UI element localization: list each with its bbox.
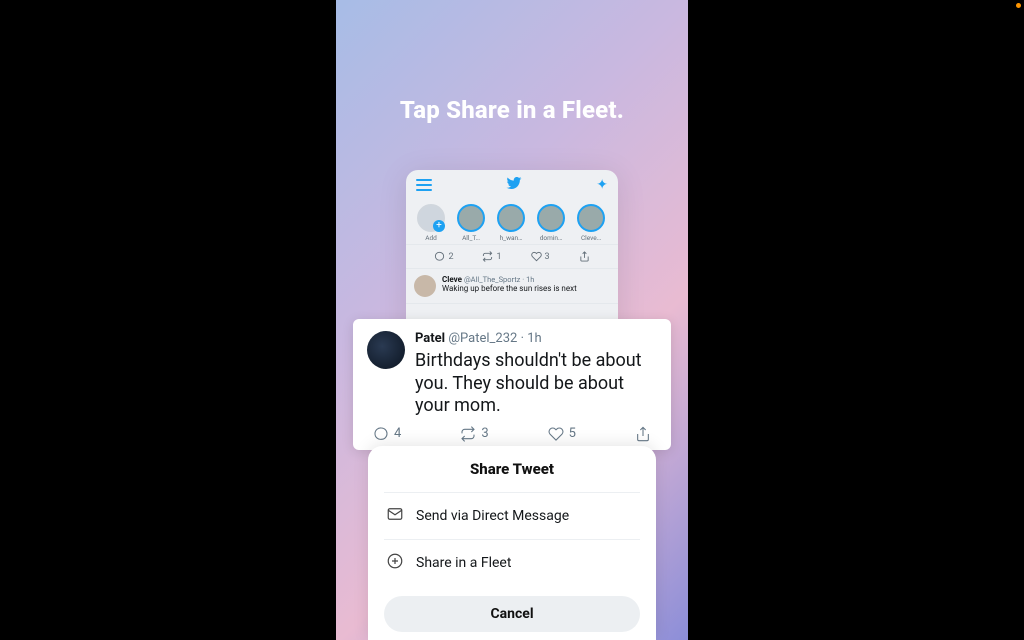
feed-tweet[interactable]: Cleve @All_The_Sportz · 1h Waking up bef… xyxy=(406,269,618,304)
gradient-panel: Tap Share in a Fleet. ✦ Add All_T… h_wan… xyxy=(336,0,688,640)
plus-circle-icon xyxy=(386,552,404,574)
retweet-action[interactable]: 3 xyxy=(460,426,488,442)
share-sheet: Share Tweet Send via Direct Message Shar… xyxy=(368,446,656,640)
sheet-item-label: Share in a Fleet xyxy=(416,555,511,571)
fleet-ring-row: Add All_T… h_wan… domin… Cleve… xyxy=(406,200,618,244)
fleet-ring-item[interactable]: domin… xyxy=(534,204,568,242)
like-action[interactable]: 5 xyxy=(548,426,576,442)
tweet-actions-row: 2 1 3 xyxy=(406,244,618,269)
recording-indicator-dot xyxy=(1016,3,1021,8)
hero-header: Patel @Patel_232 · 1h xyxy=(415,331,657,346)
hero-actions: 4 3 5 xyxy=(367,418,657,442)
sheet-title: Share Tweet xyxy=(384,460,640,478)
hero-tweet-card[interactable]: Patel @Patel_232 · 1h Birthdays shouldn'… xyxy=(353,319,671,450)
cancel-button[interactable]: Cancel xyxy=(384,596,640,632)
avatar xyxy=(414,275,436,297)
feed-meta: @All_The_Sportz · 1h xyxy=(464,275,535,284)
like-action[interactable]: 3 xyxy=(531,251,550,262)
feed-name: Cleve xyxy=(442,275,462,284)
share-action[interactable] xyxy=(635,426,651,442)
share-action[interactable] xyxy=(579,251,590,262)
sparkle-icon[interactable]: ✦ xyxy=(596,177,608,193)
twitter-top-bar: ✦ xyxy=(406,170,618,200)
stage: Tap Share in a Fleet. ✦ Add All_T… h_wan… xyxy=(0,0,1024,640)
hero-body-text: Birthdays shouldn't be about you. They s… xyxy=(415,350,657,418)
fleet-ring-add[interactable]: Add xyxy=(414,204,448,242)
reply-action[interactable]: 4 xyxy=(373,426,401,442)
avatar xyxy=(367,331,405,369)
sheet-item-fleet[interactable]: Share in a Fleet xyxy=(384,539,640,586)
twitter-bird-icon xyxy=(506,175,522,195)
fleet-ring-item[interactable]: h_wan… xyxy=(494,204,528,242)
sheet-item-dm[interactable]: Send via Direct Message xyxy=(384,492,640,539)
headline-text: Tap Share in a Fleet. xyxy=(336,96,688,124)
reply-action[interactable]: 2 xyxy=(434,251,453,262)
hamburger-icon[interactable] xyxy=(416,179,432,191)
feed-text: Waking up before the sun rises is next xyxy=(442,284,577,293)
envelope-icon xyxy=(386,505,404,527)
fleet-ring-item[interactable]: All_T… xyxy=(454,204,488,242)
sheet-item-label: Send via Direct Message xyxy=(416,508,569,524)
fleet-ring-item[interactable]: Cleve… xyxy=(574,204,608,242)
retweet-action[interactable]: 1 xyxy=(482,251,501,262)
